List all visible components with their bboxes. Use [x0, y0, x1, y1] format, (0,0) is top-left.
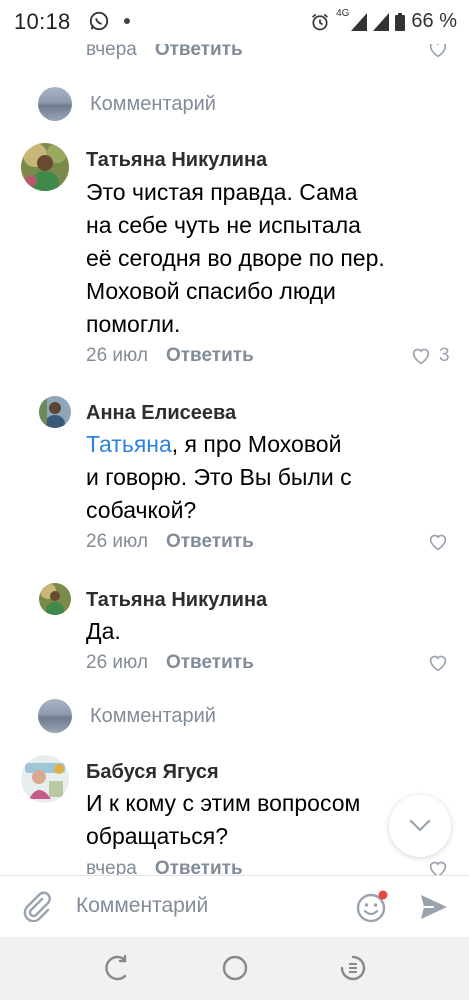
- scroll-down-button[interactable]: [389, 795, 451, 857]
- comment-meta: 26 июл Ответить: [86, 345, 254, 367]
- avatar[interactable]: [39, 583, 71, 615]
- status-time: 10:18: [14, 9, 71, 34]
- comment-author[interactable]: Бабуся Ягуся: [86, 761, 219, 784]
- whatsapp-icon: [89, 11, 109, 31]
- recents-icon: [340, 955, 366, 981]
- heart-icon: [429, 861, 447, 875]
- comment-text: И к кому с этим вопросом обращаться?: [86, 787, 360, 853]
- comment-composer: Комментарий: [0, 875, 469, 937]
- network-type: 4G: [336, 8, 350, 19]
- like-button[interactable]: [428, 654, 448, 672]
- text-line: Татьяна, я про Моховой: [86, 428, 352, 461]
- like-button[interactable]: 3: [411, 345, 450, 367]
- alarm-icon: [312, 13, 329, 30]
- avatar: [38, 87, 72, 121]
- heart-icon: [429, 655, 447, 672]
- paperclip-icon: [23, 891, 51, 923]
- comment-link-label: Комментарий: [90, 92, 216, 115]
- comment-author[interactable]: Татьяна Никулина: [86, 149, 267, 172]
- emoji-icon: [356, 890, 388, 923]
- comment-date: 26 июл: [86, 345, 148, 366]
- like-button[interactable]: [428, 860, 448, 875]
- comment-meta: 26 июл Ответить: [86, 531, 254, 553]
- avatar[interactable]: [21, 143, 69, 191]
- chevron-down-icon: [409, 819, 431, 832]
- battery-icon: [395, 12, 406, 31]
- status-right: 4G 66 %: [310, 8, 457, 33]
- recents-button[interactable]: [338, 953, 368, 988]
- comment-author[interactable]: Татьяна Никулина: [86, 589, 267, 612]
- comment-meta: 26 июл Ответить: [86, 652, 254, 674]
- comment-author[interactable]: Анна Елисеева: [86, 402, 236, 425]
- avatar[interactable]: [39, 396, 71, 428]
- like-count: 3: [439, 345, 450, 366]
- comment-date: вчера: [86, 858, 137, 875]
- text-line: помогли.: [86, 311, 181, 337]
- comment-meta: вчера Ответить: [86, 858, 243, 875]
- comment-text: Это чистая правда. Сама на себе чуть не …: [86, 176, 385, 341]
- attach-button[interactable]: [20, 890, 52, 927]
- reply-button[interactable]: Ответить: [166, 531, 254, 553]
- send-button[interactable]: [418, 891, 450, 928]
- like-button[interactable]: [428, 533, 448, 551]
- system-navbar: [0, 937, 469, 1000]
- reply-thread-link[interactable]: Комментарий: [38, 87, 216, 121]
- signal-icon: [373, 12, 390, 31]
- text-line: и говорю. Это Вы были с: [86, 464, 352, 490]
- status-bar: 10:18 4G 66 %: [0, 0, 469, 44]
- dot-icon: [124, 18, 130, 24]
- home-button[interactable]: [220, 953, 250, 988]
- text-line: Это чистая правда. Сама: [86, 179, 358, 205]
- send-icon: [421, 895, 447, 919]
- back-button[interactable]: [103, 953, 133, 988]
- reply-thread-link[interactable]: Комментарий: [38, 699, 216, 733]
- comment-date: 26 июл: [86, 531, 148, 552]
- heart-icon: [429, 534, 447, 551]
- text-line: собачкой?: [86, 497, 197, 523]
- comment-date: 26 июл: [86, 652, 148, 673]
- reply-button[interactable]: Ответить: [166, 652, 254, 674]
- comment-link-label: Комментарий: [90, 704, 216, 727]
- mention-link[interactable]: Татьяна: [86, 431, 172, 457]
- text-line: И к кому с этим вопросом: [86, 790, 361, 816]
- text-line: обращаться?: [86, 823, 229, 849]
- text-fragment: , я про Моховой: [171, 431, 342, 457]
- text-line: Да.: [86, 618, 121, 644]
- text-line: на себе чуть не испытала: [86, 212, 361, 238]
- reply-button[interactable]: Ответить: [166, 345, 254, 367]
- text-line: Моховой спасибо люди: [86, 278, 336, 304]
- avatar[interactable]: [21, 755, 69, 803]
- comment-text: Да.: [86, 615, 121, 648]
- emoji-button[interactable]: [354, 889, 390, 930]
- reply-button[interactable]: Ответить: [155, 858, 243, 875]
- comment-text: Татьяна, я про Моховой и говорю. Это Вы …: [86, 428, 352, 527]
- comment-input[interactable]: Комментарий: [76, 894, 208, 918]
- signal-icon: [351, 12, 368, 31]
- heart-icon: [412, 348, 430, 365]
- home-icon: [222, 955, 248, 981]
- back-icon: [105, 954, 127, 981]
- comments-feed: вчера Ответить Комментарий Татьяна Никул…: [0, 0, 469, 875]
- notification-icons: [88, 10, 130, 32]
- battery-percent: 66 %: [411, 10, 457, 32]
- text-line: её сегодня во дворе по пер.: [86, 245, 385, 271]
- avatar: [38, 699, 72, 733]
